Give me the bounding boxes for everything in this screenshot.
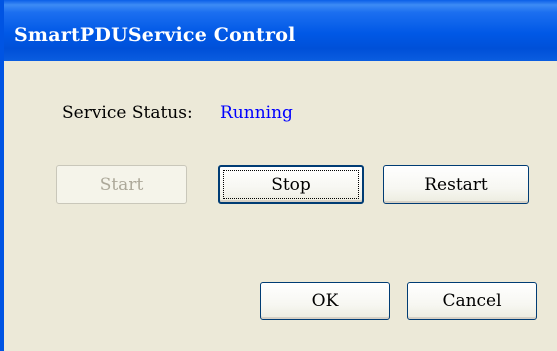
cancel-button-label: Cancel [442, 291, 502, 311]
start-button[interactable]: Start [56, 165, 187, 204]
stop-button-label: Stop [271, 174, 311, 195]
restart-button-label: Restart [424, 174, 488, 195]
ok-button-label: OK [311, 291, 339, 311]
restart-button[interactable]: Restart [383, 165, 529, 204]
title-bar[interactable]: SmartPDUService Control [4, 0, 557, 61]
service-status-label: Service Status: [62, 103, 193, 123]
service-control-dialog: SmartPDUService Control Service Status: … [0, 0, 557, 351]
service-status-value: Running [220, 103, 293, 123]
service-status-row: Service Status: Running [62, 103, 293, 123]
start-button-label: Start [99, 174, 144, 195]
stop-button[interactable]: Stop [218, 165, 364, 204]
window-title: SmartPDUService Control [14, 24, 296, 46]
cancel-button[interactable]: Cancel [407, 282, 537, 320]
ok-button[interactable]: OK [260, 282, 390, 320]
